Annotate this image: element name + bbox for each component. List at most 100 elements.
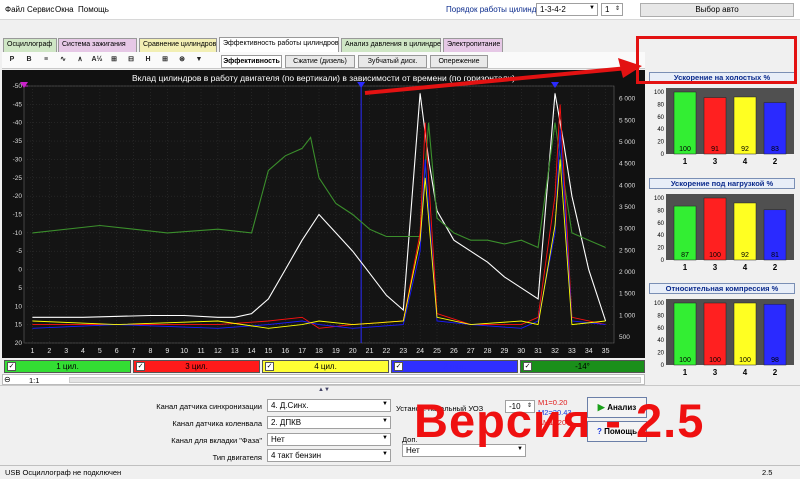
- tool-icon-10[interactable]: ⊞: [159, 53, 171, 67]
- cylinder-label: -14°: [575, 362, 590, 371]
- y-left-tick: 10: [15, 303, 23, 310]
- x-tick: 4: [81, 348, 85, 355]
- tool-icon-9[interactable]: H: [142, 53, 154, 67]
- cylinder-toggle-5[interactable]: ✓ -14°: [520, 360, 645, 373]
- checkbox-icon[interactable]: ✓: [523, 362, 532, 371]
- cylinder-index-value: 1: [605, 5, 610, 14]
- tab-2[interactable]: Система зажигания: [58, 38, 137, 52]
- tab-4[interactable]: Эффективность работы цилиндров: [219, 37, 339, 53]
- stats-bar-label: 3: [713, 263, 718, 272]
- cylinder-order-label: Порядок работы цилиндров: [446, 5, 550, 14]
- y-right-tick: 1 500: [619, 291, 636, 298]
- x-tick: 30: [517, 348, 525, 355]
- menu-help[interactable]: Помощь: [78, 5, 109, 14]
- chevron-down-icon: ▼: [382, 418, 388, 424]
- x-tick: 28: [484, 348, 492, 355]
- engine-type-select[interactable]: 4 такт бензин ▼: [267, 449, 391, 462]
- menu-file[interactable]: Файл: [5, 5, 25, 14]
- cylinder-toggle-4[interactable]: ✓ 2 цил.: [391, 360, 518, 373]
- efficiency-chart[interactable]: -50 -45 -40 -35 -30 -25 -20 -15 -10 -5 0 5 10 15 20 6 0…: [2, 70, 645, 358]
- collapse-handle-icon[interactable]: ▲▼: [318, 387, 330, 393]
- stats-bar-cyl-1: [673, 91, 697, 155]
- tool-icon-1[interactable]: P: [6, 53, 18, 67]
- timeline-scrollbar[interactable]: [69, 377, 641, 383]
- tool-icon-4[interactable]: ∿: [57, 53, 69, 67]
- y-right-tick: 2 500: [619, 247, 636, 254]
- x-tick: 11: [197, 348, 204, 355]
- version-overlay: Версия - 2.5: [414, 394, 705, 447]
- select-car-button[interactable]: Выбор авто: [640, 3, 794, 17]
- stats-bar-value: 100: [679, 146, 691, 153]
- sync-channel-select[interactable]: 4. Д.Синх. ▼: [267, 399, 391, 412]
- menu-service[interactable]: Сервис: [27, 5, 54, 14]
- x-tick: 19: [332, 348, 340, 355]
- crank-channel-select[interactable]: 2. ДПКВ ▼: [267, 416, 391, 429]
- x-tick: 34: [585, 348, 593, 355]
- engine-type-label: Тип двигателя: [212, 453, 262, 462]
- cylinder-toggle-2[interactable]: ✓ 3 цил.: [133, 360, 260, 373]
- x-tick: 33: [568, 348, 576, 355]
- y-left-tick: 0: [18, 267, 22, 274]
- tool-icon-6[interactable]: A½: [91, 53, 103, 67]
- y-right-tick: 3 500: [619, 204, 636, 211]
- cylinder-toggle-3[interactable]: ✓ 4 цил.: [262, 360, 389, 373]
- sync-channel-label: Канал датчика синхронизации: [156, 402, 262, 411]
- cylinder-toggle-1[interactable]: ✓ 1 цил.: [4, 360, 131, 373]
- x-tick: 13: [231, 348, 239, 355]
- x-tick: 20: [349, 348, 357, 355]
- tool-icon-11[interactable]: ⊛: [176, 53, 188, 67]
- cylinder-order-value: 1-3-4-2: [540, 5, 566, 14]
- tab-5[interactable]: Анализ давления в цилиндре: [341, 38, 441, 52]
- stats-bar-value: 92: [741, 252, 749, 259]
- menu-windows[interactable]: Окна: [55, 5, 74, 14]
- stats-bar-label: 1: [683, 263, 688, 272]
- x-tick: 2: [47, 348, 51, 355]
- tab-6[interactable]: Электропитание: [443, 38, 503, 52]
- stats-bar-chart-3: 100 80 60 40 20 0 100 1 100 3 100 4 98 2: [654, 299, 794, 377]
- stats-axis-tick: 20: [657, 351, 664, 357]
- tool-icon-12[interactable]: ▼: [193, 53, 205, 67]
- stats-axis-tick: 0: [661, 363, 665, 369]
- subtab-2[interactable]: Сжатие (дизель): [285, 55, 355, 68]
- tool-icon-3[interactable]: ≡: [40, 53, 52, 67]
- stats-axis-tick: 100: [654, 301, 665, 307]
- checkbox-icon[interactable]: ✓: [7, 362, 16, 371]
- tab-3[interactable]: Сравнение цилиндров: [139, 38, 217, 52]
- x-tick: 9: [165, 348, 169, 355]
- y-left-tick: -45: [13, 101, 23, 108]
- subtab-1[interactable]: Эффективность: [221, 55, 282, 68]
- cylinder-index-stepper[interactable]: 1 ⇕: [601, 3, 623, 16]
- tool-icon-8[interactable]: ⊟: [125, 53, 137, 67]
- x-tick: 10: [180, 348, 188, 355]
- tab-1[interactable]: Осциллограф: [3, 38, 57, 52]
- phase-channel-value: Нет: [271, 435, 285, 444]
- cylinder-order-select[interactable]: 1-3-4-2 ▼: [536, 3, 598, 16]
- chevron-down-icon: ▼: [589, 5, 595, 11]
- tool-icon-2[interactable]: B: [23, 53, 35, 67]
- stats-panel-title-3: Относительная компрессия %: [649, 283, 795, 294]
- phase-channel-select[interactable]: Нет ▼: [267, 433, 391, 446]
- x-tick: 23: [399, 348, 407, 355]
- stats-axis-tick: 60: [657, 115, 664, 121]
- cylinder-label: 4 цил.: [314, 362, 337, 371]
- stats-axis-tick: 80: [657, 102, 664, 108]
- stats-bar-value: 98: [771, 357, 779, 364]
- stats-bar-value: 100: [739, 357, 751, 364]
- tool-icon-7[interactable]: ⊞: [108, 53, 120, 67]
- zoom-reset-icon[interactable]: ⊖: [4, 375, 11, 384]
- stats-axis-tick: 20: [657, 246, 664, 252]
- x-tick: 35: [602, 348, 610, 355]
- stats-bar-label: 2: [773, 263, 778, 272]
- stats-bar-label: 2: [773, 157, 778, 166]
- cylinder-label: 3 цил.: [185, 362, 208, 371]
- stats-bar-value: 83: [771, 146, 779, 153]
- tool-icon-5[interactable]: ∧: [74, 53, 86, 67]
- checkbox-icon[interactable]: ✓: [136, 362, 145, 371]
- y-right-tick: 2 000: [619, 269, 636, 276]
- arrow-shaft: [364, 66, 629, 95]
- checkbox-icon[interactable]: ✓: [265, 362, 274, 371]
- checkbox-icon[interactable]: ✓: [394, 362, 403, 371]
- x-tick: 27: [467, 348, 475, 355]
- chevron-down-icon: ▼: [382, 401, 388, 407]
- y-left-tick: 5: [18, 285, 22, 292]
